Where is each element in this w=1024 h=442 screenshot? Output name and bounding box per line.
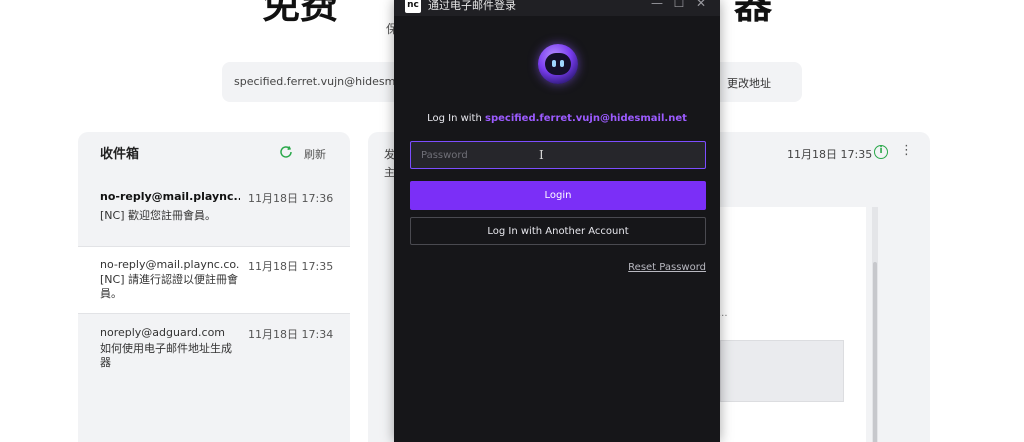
mail-subject: 如何使用电子邮件地址生成器 [100, 342, 232, 369]
avatar-face [545, 53, 571, 75]
window-title: 通过电子邮件登录 [428, 0, 516, 12]
avatar-eye [560, 60, 564, 67]
maximize-button[interactable]: ☐ [670, 0, 688, 10]
mail-body [720, 207, 866, 442]
page-heading-left: 免费 [262, 0, 339, 27]
login-with-prefix: Log In with [427, 113, 485, 124]
dialog-titlebar[interactable]: nc 通过电子邮件登录 — ☐ ✕ [394, 0, 720, 16]
avatar-eye [552, 60, 556, 67]
close-button[interactable]: ✕ [692, 0, 710, 10]
mail-sender: noreply@adguard.com [100, 326, 226, 339]
login-button[interactable]: Login [410, 181, 706, 210]
info-icon[interactable]: i [874, 145, 888, 159]
login-dialog: nc 通过电子邮件登录 — ☐ ✕ Log In with specified.… [394, 0, 720, 442]
mail-date: 11月18日 17:34 [248, 328, 334, 341]
minimize-button[interactable]: — [648, 0, 666, 10]
text-cursor-icon: I [539, 148, 544, 162]
mail-subject: [NC] 歡迎您註冊會員。 [100, 209, 216, 222]
mail-date: 11月18日 17:36 [248, 192, 334, 205]
mail-list-item-selected[interactable]: no-reply@mail.plaync.co... 11月18日 17:35 … [78, 247, 350, 313]
scrollbar-thumb[interactable] [873, 262, 877, 442]
avatar-icon [538, 44, 578, 84]
reset-password-link[interactable]: Reset Password [628, 262, 706, 273]
detail-date: 11月18日 17:35 [787, 148, 873, 161]
login-with-text: Log In with specified.ferret.vujn@hidesm… [394, 113, 720, 124]
refresh-icon[interactable] [278, 144, 294, 160]
mail-subject: [NC] 請進行認證以便註冊會員。 [100, 273, 238, 300]
password-input[interactable] [410, 141, 706, 169]
mail-date: 11月18日 17:35 [248, 260, 334, 273]
change-address-button[interactable]: 更改地址 [727, 75, 771, 91]
refresh-button[interactable]: 刷新 [304, 146, 326, 162]
email-address-text[interactable]: specified.ferret.vujn@hidesmail [234, 75, 408, 88]
mail-sender: no-reply@mail.plaync.co... [100, 258, 240, 271]
another-account-button[interactable]: Log In with Another Account [410, 217, 706, 245]
mail-list-item[interactable]: noreply@adguard.com 11月18日 17:34 如何使用电子邮… [78, 314, 350, 380]
app-logo-icon: nc [405, 0, 421, 13]
mail-sender: no-reply@mail.plaync.... [100, 190, 240, 203]
more-options-icon[interactable]: ⋮ [900, 143, 913, 158]
mail-list-item[interactable]: no-reply@mail.plaync.... 11月18日 17:36 [N… [78, 182, 350, 246]
login-email: specified.ferret.vujn@hidesmail.net [485, 113, 687, 124]
inbox-title: 收件箱 [100, 147, 140, 162]
page-heading-right: 器 [734, 0, 773, 27]
mail-body-block [720, 340, 844, 402]
